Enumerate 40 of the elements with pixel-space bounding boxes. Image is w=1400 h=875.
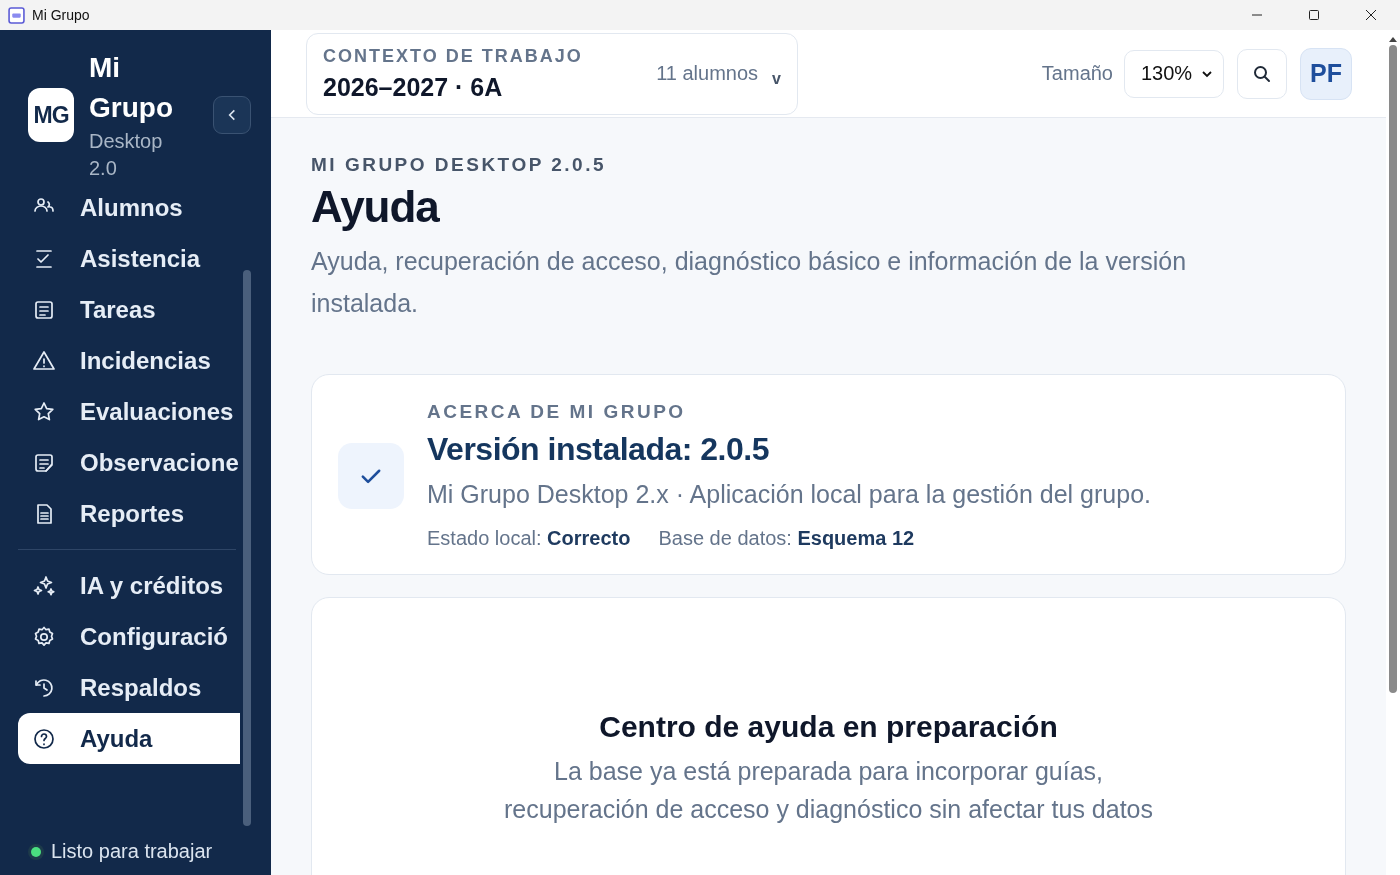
user-avatar[interactable]: PF xyxy=(1300,47,1352,100)
status-fact: Base de datos: Esquema 12 xyxy=(658,527,915,550)
size-select[interactable]: 130% xyxy=(1124,49,1224,98)
gear-icon xyxy=(32,624,56,649)
window-title: Mi Grupo xyxy=(32,7,90,23)
card-description: Mi Grupo Desktop 2.x · Aplicación local para la gestión del grupo. xyxy=(427,480,1151,509)
maximize-icon[interactable] xyxy=(1308,9,1320,21)
nav-item[interactable]: IA y créditos xyxy=(18,560,240,611)
nav-item[interactable]: Respaldos xyxy=(18,662,240,713)
nav-item[interactable]: Asistencia xyxy=(18,233,240,284)
app-icon xyxy=(8,6,25,24)
nav-item[interactable]: Evaluaciones xyxy=(18,386,240,437)
nav-item[interactable]: Reportes xyxy=(18,488,240,539)
card-eyebrow: ACERCA DE MI GRUPO xyxy=(427,401,687,423)
help-icon xyxy=(32,726,56,751)
search-button[interactable] xyxy=(1237,48,1287,99)
warning-icon xyxy=(32,348,56,373)
close-icon[interactable] xyxy=(1365,9,1377,21)
status-fact: Estado local: Correcto xyxy=(427,527,631,550)
nav-item[interactable]: Tareas xyxy=(18,284,240,335)
nav-item[interactable]: Observacione xyxy=(18,437,240,488)
app-logo: MG xyxy=(28,88,74,142)
page-eyebrow: MI GRUPO DESKTOP 2.0.5 xyxy=(311,154,608,176)
search-icon xyxy=(1252,63,1272,84)
brand-title: Mi Grupo xyxy=(89,51,174,125)
page-title: Ayuda xyxy=(311,182,441,232)
help-description: La base ya está preparada para incorporar guías, recuperación de acceso y diagnóstico sin afectar tus datos xyxy=(503,756,1154,825)
nav-item[interactable]: Ayuda xyxy=(18,713,240,764)
help-title: Centro de ayuda en preparación xyxy=(599,710,1058,744)
nav-item[interactable]: Alumnos xyxy=(18,182,240,233)
status-text: Listo para trabajar xyxy=(51,840,213,863)
page-description: Ayuda, recuperación de acceso, diagnóstico básico e información de la versión instalada. xyxy=(311,246,1188,319)
context-selector[interactable]: CONTEXTO DE TRABAJO 2026–2027 · 6A 11 alumnos v xyxy=(306,32,798,115)
sparkles-icon xyxy=(32,573,56,598)
card-title: Versión instalada: 2.0.5 xyxy=(427,431,770,468)
brand-subtitle: Desktop 2.0 xyxy=(89,129,164,181)
nav-item[interactable]: Incidencias xyxy=(18,335,240,386)
size-label: Tamaño xyxy=(1041,62,1113,85)
nav-item[interactable]: Configuració xyxy=(18,611,240,662)
scroll-up-icon[interactable] xyxy=(1388,35,1398,43)
